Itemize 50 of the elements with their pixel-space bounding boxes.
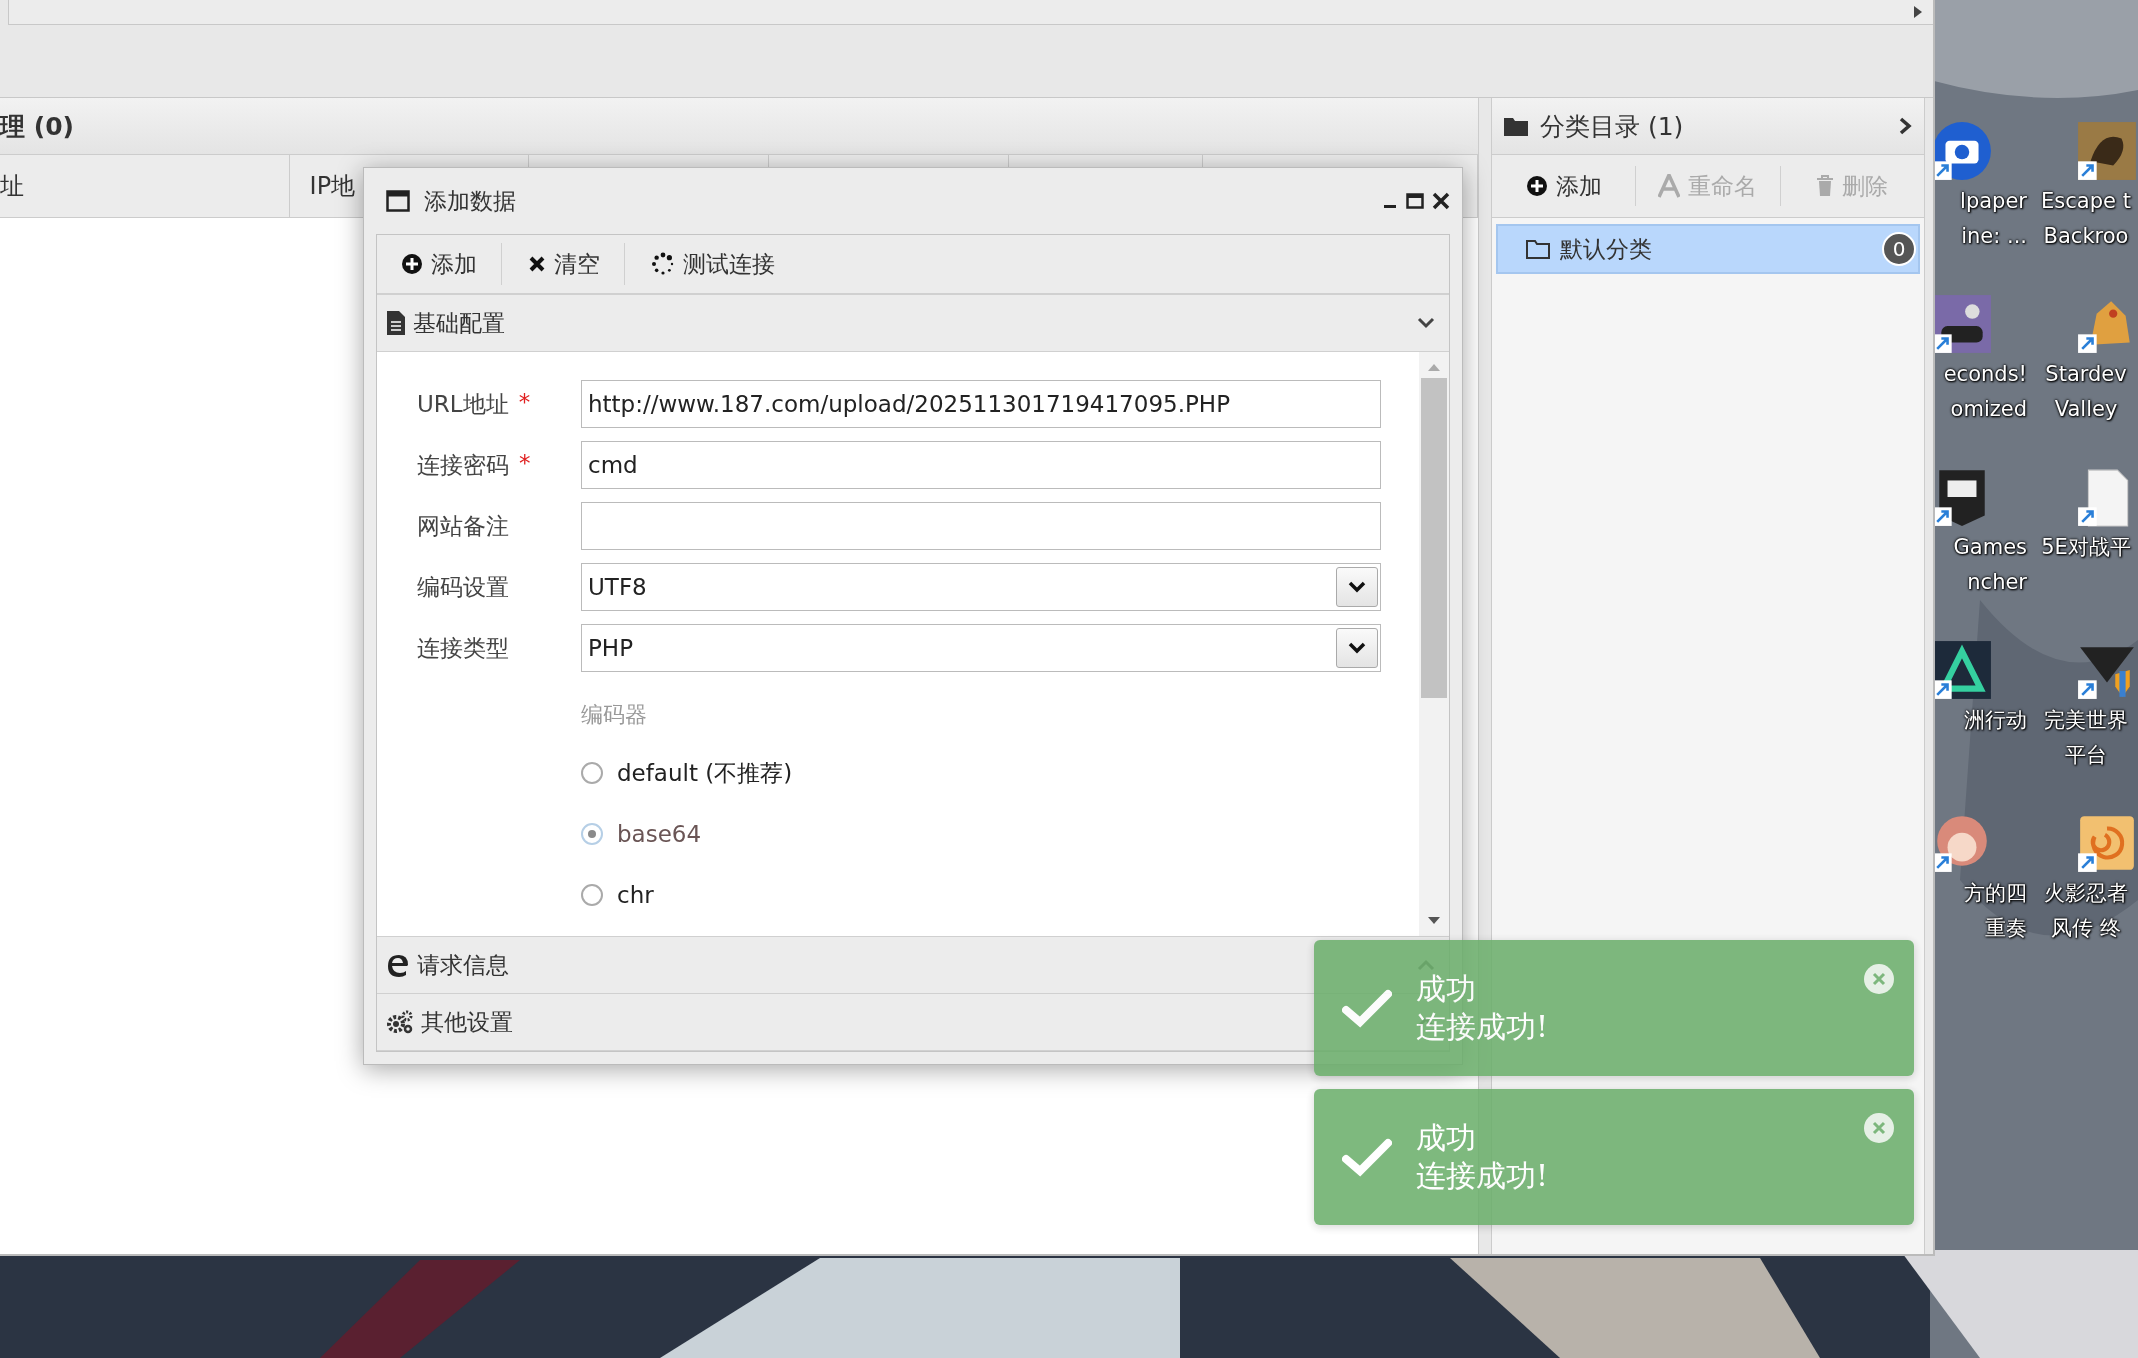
shortcut-label: 重奏 — [1985, 915, 2027, 942]
input-field[interactable]: http://www.187.com/upload/202511301719417095.PHP — [581, 380, 1381, 428]
shortcut-label: 完美世界 — [2044, 707, 2128, 734]
dialog-title: 添加数据 — [424, 186, 517, 216]
field-label: 连接类型 — [417, 633, 509, 663]
shortcut-label: 洲行动 — [1964, 707, 2027, 734]
toast-message: 连接成功! — [1416, 1157, 1549, 1195]
section-title: 其他设置 — [421, 1007, 513, 1037]
count-badge: 0 — [1882, 232, 1916, 266]
shortcut-label: Escape t — [2041, 188, 2131, 215]
shortcut-label: ncher — [1967, 569, 2027, 596]
input-field[interactable]: cmd — [581, 441, 1381, 489]
toolbar-button[interactable]: 测试连接 — [643, 243, 799, 285]
field-label: URL地址 — [417, 389, 509, 419]
toolbar-button[interactable]: 添加 — [393, 243, 502, 285]
required-mark: * — [519, 449, 531, 478]
shortcut-label: Valley — [2054, 396, 2118, 423]
category-item[interactable]: 默认分类 0 — [1496, 224, 1920, 274]
field-label: 编码设置 — [417, 572, 509, 602]
shortcut-label: 风传 终 — [2051, 915, 2121, 942]
shortcut-label: ine: ... — [1961, 223, 2027, 250]
shortcut-label: lpaper — [1960, 188, 2027, 215]
shortcut-label: 火影忍者 — [2044, 880, 2128, 907]
select-field[interactable]: PHP — [581, 624, 1381, 672]
toast-title: 成功 — [1416, 1119, 1477, 1157]
shortcut-label: omized — [1950, 396, 2027, 423]
shortcut-label: Games — [1953, 534, 2027, 561]
shortcut-label: 平台 — [2065, 742, 2107, 769]
shortcut-label: econds! — [1943, 361, 2027, 388]
required-mark: * — [518, 388, 531, 417]
select-field[interactable]: UTF8 — [581, 563, 1381, 611]
toolbar-button[interactable]: 清空 — [520, 243, 625, 285]
field-label: 连接密码 — [417, 450, 509, 480]
shortcut-label: 5E对战平 — [2041, 534, 2131, 561]
group-label: 编码器 — [581, 701, 647, 729]
radio-label: base64 — [617, 821, 702, 847]
field-label: 网站备注 — [417, 511, 509, 541]
shortcut-label: 方的四 — [1964, 880, 2027, 907]
toolbar-button[interactable]: 添加 — [1492, 166, 1637, 206]
section-header[interactable]: 基础配置 — [377, 295, 1449, 352]
column-header[interactable]: 址 — [0, 155, 290, 217]
section-title: 基础配置 — [413, 308, 505, 338]
radio-label: chr — [617, 882, 654, 908]
category-label: 默认分类 — [1560, 234, 1653, 264]
section-title: 请求信息 — [417, 950, 509, 980]
shortcut-label: Stardev — [2045, 361, 2127, 388]
panel-title: 分类目录 (1) — [1540, 110, 1685, 143]
shortcut-label: Backroo — [2043, 223, 2129, 250]
radio-label: default (不推荐) — [617, 758, 793, 788]
panel-title: 理 (0) — [0, 110, 74, 143]
